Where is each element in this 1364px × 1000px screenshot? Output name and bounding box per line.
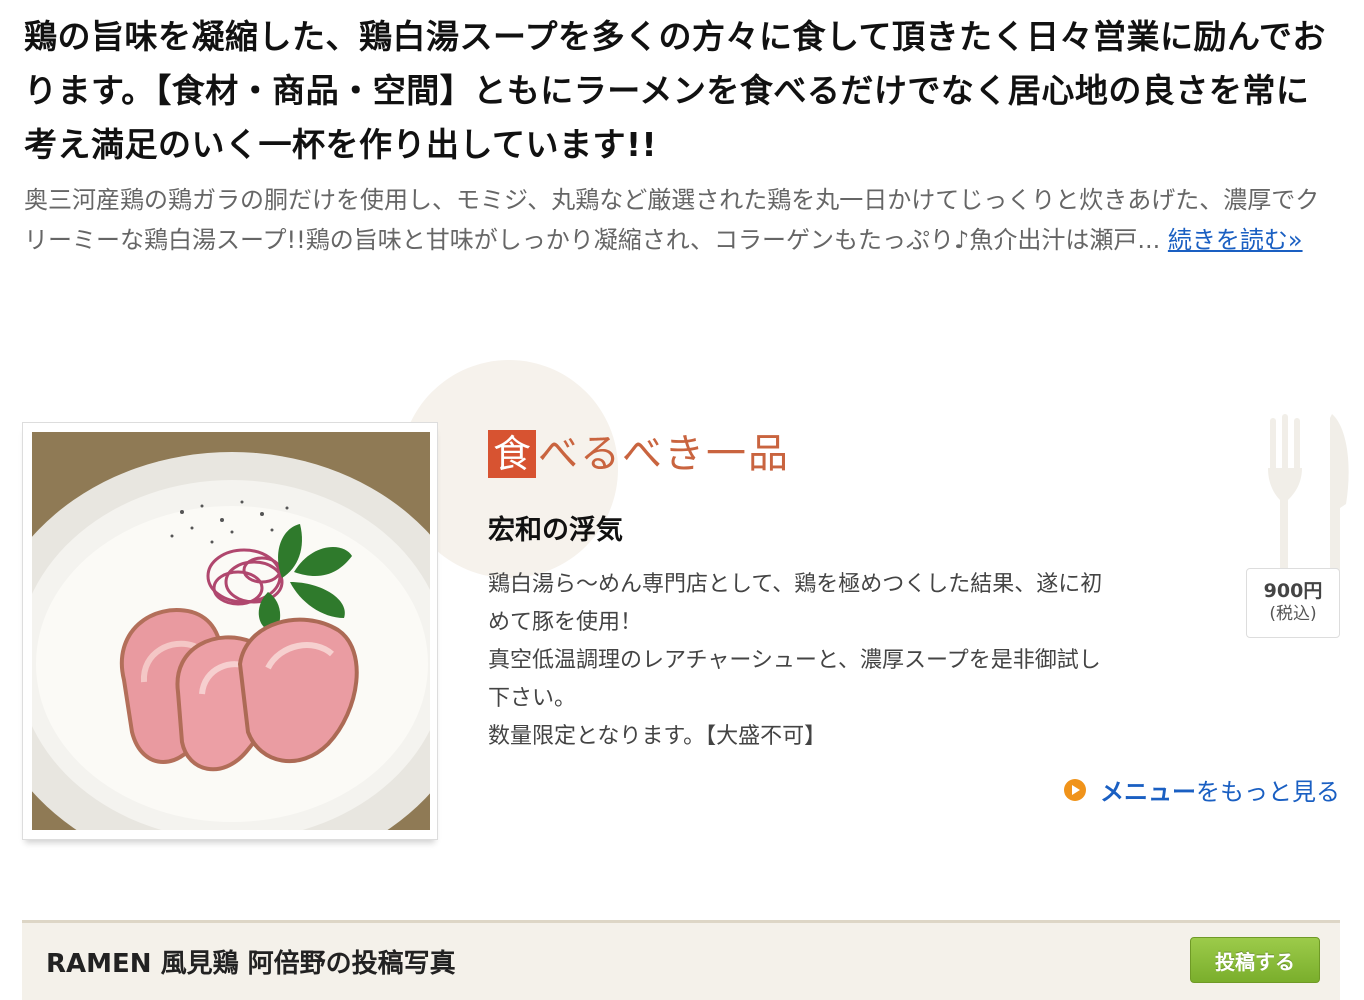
ramen-photo[interactable] [32,432,430,830]
play-arrow-icon [1064,778,1086,801]
dish-description-line: 真空低温調理のレアチャーシューと、濃厚スープを是非御試し [488,648,1101,673]
shop-headline: 鶏の旨味を凝縮した、鶏白湯スープを多くの方々に食して頂きたく日々営業に励んでおり… [24,17,1326,164]
post-photo-button[interactable]: 投稿する [1190,937,1320,983]
more-menu-strong: メニュー [1100,778,1196,806]
price-tag: 900円 (税込) [1246,568,1340,638]
read-more-link[interactable]: 続きを読む» [1168,226,1303,254]
posted-photos-header: RAMEN 風見鶏 阿倍野の投稿写真 投稿する [22,920,1340,1000]
ramen-bowl-image [32,432,430,830]
posted-photos-title: RAMEN 風見鶏 阿倍野の投稿写真 [46,949,456,979]
featured-photo-frame [22,422,438,840]
fork-knife-icon [1268,414,1349,578]
dish-description-line: めて豚を使用！ [488,610,643,635]
tax-note: (税込) [1269,604,1317,624]
intro-text: 奥三河産鶏の鶏ガラの胴だけを使用し、モミジ、丸鶏など厳選された鶏を丸一日かけてじ… [24,186,1320,254]
dish-price: 900円 [1263,580,1323,602]
shop-intro: 奥三河産鶏の鶏ガラの胴だけを使用し、モミジ、丸鶏など厳選された鶏を丸一日かけてじ… [24,180,1334,260]
dish-description-line: 鶏白湯ら〜めん専門店として、鶏を極めつくした結果、遂に初 [488,572,1103,597]
dish-description-line: 数量限定となります。【大盛不可】 [488,724,827,749]
dish-name: 宏和の浮気 [488,515,623,546]
badge-kanji: 食 [488,430,536,478]
more-menu-link[interactable]: メニュー をもっと見る [1064,772,1340,807]
more-menu-rest: をもっと見る [1196,778,1340,806]
dish-description-line: 下さい。 [488,686,577,711]
dish-description: 鶏白湯ら〜めん専門店として、鶏を極めつくした結果、遂に初 めて豚を使用！ 真空低… [488,566,1178,756]
badge-text: べるべき一品 [538,431,790,477]
recommended-dish-badge: 食 べるべき一品 [488,430,790,478]
